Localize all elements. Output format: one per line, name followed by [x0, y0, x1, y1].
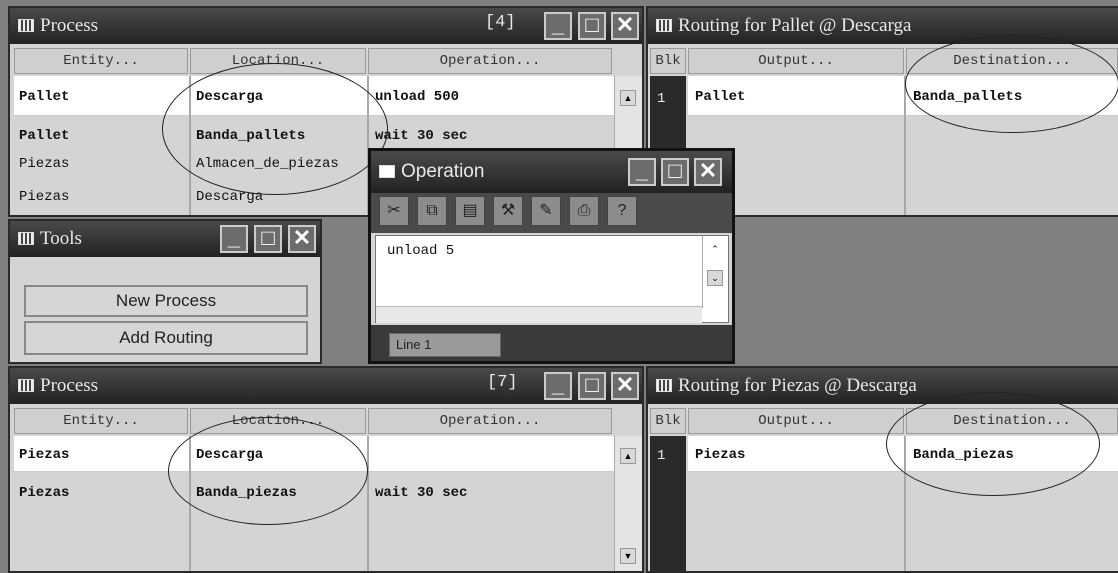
cell-entity[interactable]: Piezas [14, 482, 69, 504]
maximize-button[interactable]: □ [254, 225, 282, 253]
vertical-scrollbar[interactable]: ▲ ▼ [614, 436, 642, 571]
table-icon [18, 379, 34, 392]
title-bar[interactable]: Tools _ □ ✕ [10, 221, 320, 257]
cell-entity[interactable]: Pallet [14, 86, 69, 108]
close-button[interactable]: ✕ [611, 372, 639, 400]
cell-entity[interactable]: Piezas [14, 444, 69, 466]
cell-blk: 1 [657, 91, 666, 107]
add-routing-button[interactable]: Add Routing [24, 321, 308, 355]
window-title: Tools [40, 228, 82, 249]
window-title: Routing for Pallet @ Descarga [678, 15, 912, 36]
cell-output[interactable]: Piezas [690, 444, 745, 466]
cell-operation[interactable]: unload 500 [370, 86, 459, 108]
column-header-blk[interactable]: Blk [650, 48, 686, 74]
maximize-button[interactable]: □ [578, 12, 606, 40]
new-process-button[interactable]: New Process [24, 285, 308, 317]
cell-operation[interactable]: wait 30 sec [370, 482, 467, 504]
annotation-circle [162, 63, 388, 195]
column-header-operation[interactable]: Operation... [368, 408, 612, 434]
column-header-blk[interactable]: Blk [650, 408, 686, 434]
title-bar[interactable]: Process [4] _ □ ✕ [10, 8, 642, 44]
print-icon[interactable]: ⎙ [569, 196, 599, 226]
column-header-entity[interactable]: Entity... [14, 408, 188, 434]
horizontal-scrollbar[interactable] [376, 306, 702, 323]
close-button[interactable]: ✕ [694, 158, 722, 186]
record-count: [4] [485, 13, 516, 32]
operation-text: unload 5 [387, 243, 455, 259]
line-indicator: Line 1 [389, 333, 501, 357]
copy-icon[interactable]: ⧉ [417, 196, 447, 226]
cell-entity[interactable]: Piezas [14, 186, 69, 208]
title-bar[interactable]: Operation _ □ ✕ [371, 151, 732, 193]
scroll-down-icon[interactable]: ⌄ [707, 270, 723, 286]
window-title: Process [40, 375, 99, 396]
minimize-button[interactable]: _ [628, 158, 656, 186]
column-header-operation[interactable]: Operation... [368, 48, 612, 74]
operation-text-area[interactable]: unload 5 ⌃ ⌄ [375, 235, 729, 323]
cell-entity[interactable]: Piezas [14, 153, 69, 175]
table-icon [656, 19, 672, 32]
minimize-button[interactable]: _ [544, 12, 572, 40]
tools-window[interactable]: Tools _ □ ✕ New Process Add Routing [8, 219, 322, 364]
close-button[interactable]: ✕ [611, 12, 639, 40]
paste-icon[interactable]: ▤ [455, 196, 485, 226]
cell-blk: 1 [657, 448, 666, 464]
scroll-up-icon[interactable]: ▲ [620, 90, 636, 106]
scroll-down-icon[interactable]: ▼ [620, 548, 636, 564]
maximize-button[interactable]: □ [578, 372, 606, 400]
column-header-output[interactable]: Output... [688, 48, 904, 74]
notes-icon[interactable]: ✎ [531, 196, 561, 226]
cut-icon[interactable]: ✂ [379, 196, 409, 226]
table-icon [18, 19, 34, 32]
scroll-up-icon[interactable]: ⌃ [707, 242, 723, 258]
vertical-scrollbar[interactable]: ⌃ ⌄ [702, 236, 728, 308]
operation-window[interactable]: Operation _ □ ✕ ✂ ⧉ ▤ ⚒ ✎ ⎙ ? unload 5 ⌃… [368, 148, 735, 364]
annotation-circle [168, 417, 368, 525]
maximize-button[interactable]: □ [661, 158, 689, 186]
window-title: Process [40, 15, 99, 36]
build-icon[interactable]: ⚒ [493, 196, 523, 226]
window-title: Operation [401, 161, 485, 182]
minimize-button[interactable]: _ [544, 372, 572, 400]
cell-output[interactable]: Pallet [690, 86, 745, 108]
cell-entity[interactable]: Pallet [14, 125, 69, 147]
record-count: [7] [487, 373, 518, 392]
title-bar[interactable]: Process [7] _ □ ✕ [10, 368, 642, 404]
column-header-entity[interactable]: Entity... [14, 48, 188, 74]
column-header-output[interactable]: Output... [688, 408, 904, 434]
window-title: Routing for Piezas @ Descarga [678, 375, 917, 396]
tools-icon [18, 232, 34, 245]
annotation-circle [905, 35, 1118, 133]
scroll-up-icon[interactable]: ▲ [620, 448, 636, 464]
window-icon [379, 165, 395, 178]
annotation-circle [886, 392, 1100, 496]
close-button[interactable]: ✕ [288, 225, 316, 253]
minimize-button[interactable]: _ [220, 225, 248, 253]
help-icon[interactable]: ? [607, 196, 637, 226]
status-bar: Line 1 [371, 325, 732, 361]
table-icon [656, 379, 672, 392]
